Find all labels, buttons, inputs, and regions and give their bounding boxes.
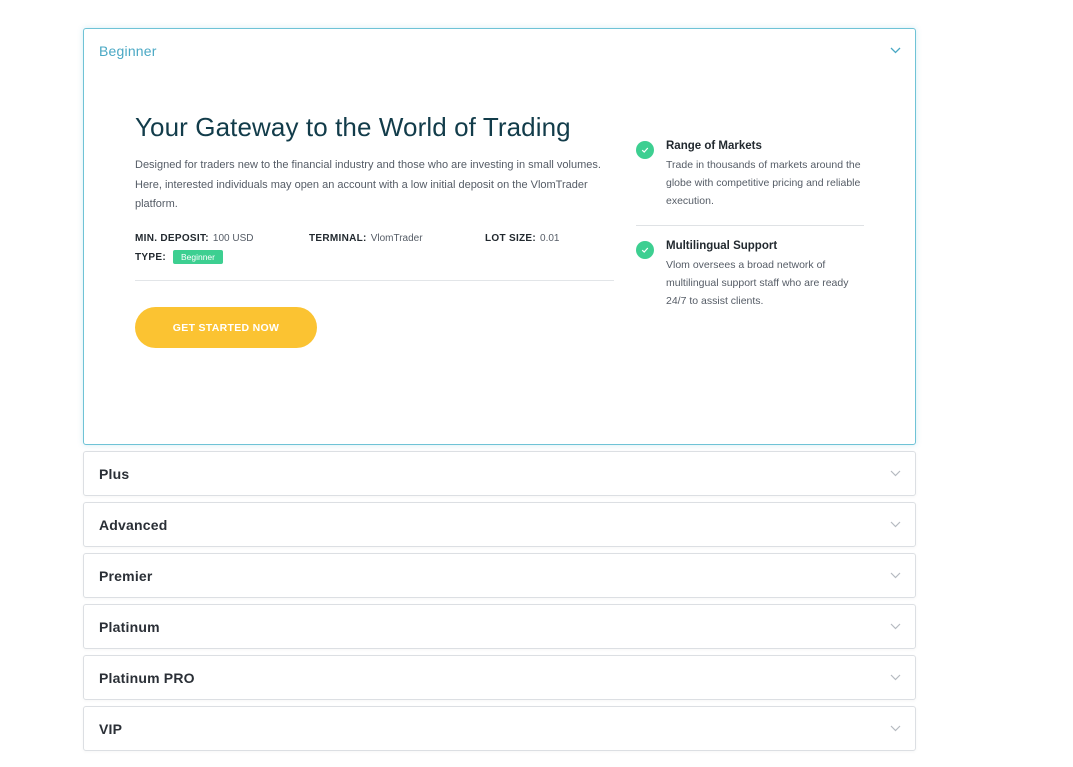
lot-size-label: LOT SIZE: (485, 232, 537, 244)
chevron-down-icon[interactable] (889, 723, 901, 735)
accordion-item-advanced: Advanced (83, 502, 916, 547)
accordion-title: Advanced (99, 516, 168, 533)
terminal-value: VlomTrader (370, 232, 423, 244)
chevron-down-icon[interactable] (889, 468, 901, 480)
accordion-body-beginner: Your Gateway to the World of Trading Des… (84, 72, 915, 444)
chevron-down-icon[interactable] (889, 621, 901, 633)
feature-list: Range of Markets Trade in thousands of m… (636, 140, 864, 325)
feature-item: Multilingual Support Vlom oversees a bro… (636, 240, 864, 325)
accordion-item-beginner: Beginner Your Gateway to the World of Tr… (83, 28, 916, 445)
feature-description: Vlom oversees a broad network of multili… (666, 259, 849, 307)
accordion-title: Platinum PRO (99, 669, 195, 686)
feature-title: Range of Markets (666, 140, 762, 152)
account-types-accordion: Beginner Your Gateway to the World of Tr… (83, 28, 916, 757)
accordion-header-platinum-pro[interactable]: Platinum PRO (84, 656, 915, 699)
accordion-title: Plus (99, 465, 130, 482)
accordion-item-platinum-pro: Platinum PRO (83, 655, 916, 700)
chevron-down-icon[interactable] (889, 519, 901, 531)
check-circle-icon (636, 241, 654, 259)
account-description: Designed for traders new to the financia… (135, 159, 601, 210)
accordion-header-beginner[interactable]: Beginner (84, 29, 915, 72)
account-meta: MIN. DEPOSIT: 100 USD TERMINAL: VlomTrader… (135, 229, 615, 267)
accordion-title: Premier (99, 567, 153, 584)
feature-description: Trade in thousands of markets around the… (666, 159, 861, 207)
accordion-header-premier[interactable]: Premier (84, 554, 915, 597)
accordion-header-platinum[interactable]: Platinum (84, 605, 915, 648)
terminal-label: TERMINAL: (309, 232, 367, 244)
chevron-down-icon[interactable] (889, 45, 901, 57)
lot-size-value: 0.01 (540, 232, 560, 244)
accordion-title: VIP (99, 720, 123, 737)
feature-divider (636, 225, 864, 226)
type-label: TYPE: (135, 251, 166, 263)
accordion-header-vip[interactable]: VIP (84, 707, 915, 750)
type-badge: Beginner (172, 250, 223, 264)
accordion-header-advanced[interactable]: Advanced (84, 503, 915, 546)
accordion-header-plus[interactable]: Plus (84, 452, 915, 495)
min-deposit-label: MIN. DEPOSIT: (135, 232, 209, 244)
accordion-item-premier: Premier (83, 553, 916, 598)
account-details: Your Gateway to the World of Trading Des… (135, 110, 615, 281)
accordion-title: Platinum (99, 618, 160, 635)
get-started-button[interactable]: GET STARTED NOW (135, 307, 317, 348)
feature-title: Multilingual Support (666, 240, 778, 252)
chevron-down-icon[interactable] (889, 570, 901, 582)
check-circle-icon (636, 141, 654, 159)
feature-item: Range of Markets Trade in thousands of m… (636, 140, 864, 225)
min-deposit-value: 100 USD (212, 232, 254, 244)
accordion-item-vip: VIP (83, 706, 916, 751)
accordion-item-plus: Plus (83, 451, 916, 496)
page-title: Your Gateway to the World of Trading (135, 112, 571, 142)
accordion-title: Beginner (99, 42, 157, 59)
accordion-item-platinum: Platinum (83, 604, 916, 649)
chevron-down-icon[interactable] (889, 672, 901, 684)
divider (135, 279, 614, 281)
